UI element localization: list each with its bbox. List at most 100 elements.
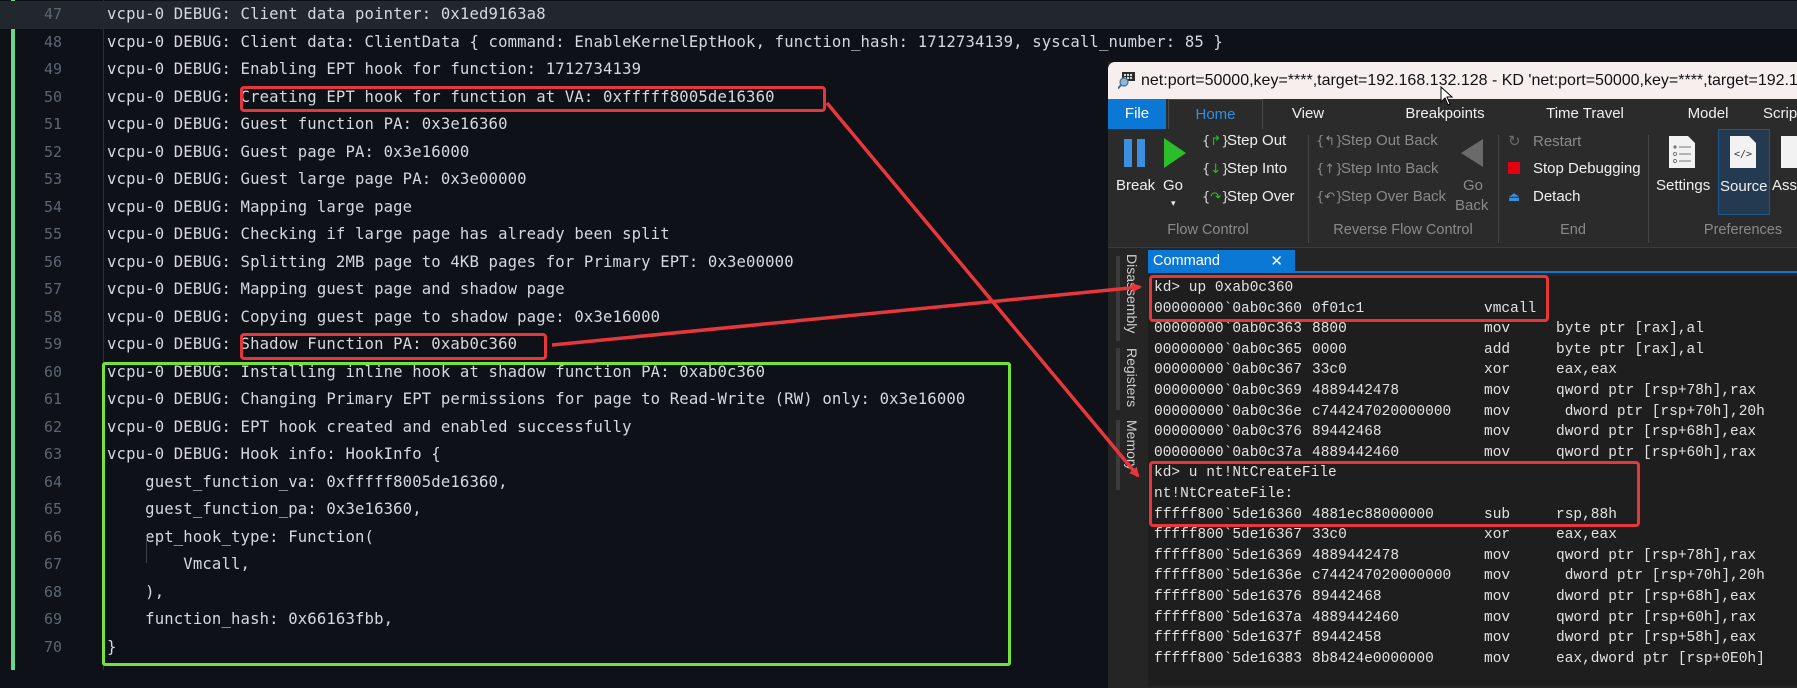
line-text: vcpu-0 DEBUG: Splitting 2MB page to 4KB …	[107, 252, 794, 271]
step-over-label: Step Over	[1227, 188, 1295, 205]
line-text: vcpu-0 DEBUG: Client data pointer: 0x1ed…	[107, 5, 546, 23]
step-out-back-label: Step Out Back	[1341, 132, 1438, 149]
side-tab-registers[interactable]: Registers	[1116, 348, 1144, 410]
settings-doc-icon	[1669, 136, 1695, 168]
go-dropdown-icon[interactable]: ▾	[1171, 199, 1176, 209]
line-text: vcpu-0 DEBUG: Mapping large page	[107, 197, 413, 216]
line-number: 58	[43, 307, 62, 326]
step-into-back-button[interactable]: {↑}Step Into Back	[1316, 160, 1439, 177]
line-number: 66	[43, 527, 62, 546]
step-out-button[interactable]: {↱}Step Out	[1202, 132, 1286, 149]
line-number: 48	[43, 32, 62, 51]
tab-model[interactable]: Model	[1673, 99, 1743, 129]
step-over-button[interactable]: {↷}Step Over	[1202, 188, 1295, 205]
line-text: vcpu-0 DEBUG: Checking if large page has…	[107, 225, 670, 243]
disasm-addr: 00000000`0ab0c365	[1154, 341, 1302, 358]
go-back-button[interactable]: Go Back	[1455, 133, 1491, 217]
editor-line[interactable]: 47 vcpu-0 DEBUG: Client data pointer: 0x1…	[0, 1, 1797, 29]
windbg-window[interactable]: net:port=50000,key=****,target=192.168.1…	[1108, 62, 1797, 688]
side-tab-disassembly[interactable]: Disassembly	[1116, 254, 1144, 344]
step-into-icon: {↓}	[1202, 162, 1230, 177]
windbg-app-icon	[1118, 72, 1135, 89]
go-label: Go	[1163, 177, 1184, 194]
disasm-bytes: 33c0	[1312, 527, 1347, 544]
disasm-op: add	[1484, 341, 1511, 358]
restart-icon: ↻	[1508, 132, 1521, 150]
line-text: vcpu-0 DEBUG: Mapping guest page and sha…	[107, 280, 565, 298]
disasm-args: qword ptr [rsp+78h],rax	[1556, 547, 1757, 564]
disasm-args: dword ptr [rsp+58h],eax	[1556, 630, 1757, 647]
line-number: 63	[43, 445, 62, 463]
disasm-addr: fffff800`5de16367	[1154, 527, 1302, 544]
disasm-addr: 00000000`0ab0c36e	[1154, 403, 1302, 420]
tab-scripting[interactable]: Scripting	[1763, 99, 1797, 129]
go-back-label-2: Back	[1455, 197, 1489, 214]
disasm-op: mov	[1484, 547, 1511, 564]
step-into-button[interactable]: {↓}Step Into	[1202, 160, 1287, 177]
disasm-addr: 00000000`0ab0c367	[1154, 362, 1302, 379]
disasm-addr: fffff800`5de16376	[1154, 589, 1302, 605]
step-out-icon: {↱}	[1202, 134, 1230, 149]
stop-debugging-label: Stop Debugging	[1533, 160, 1641, 177]
side-tool-tabs: Disassembly Registers Memory	[1116, 248, 1140, 688]
step-over-back-label: Step Over Back	[1341, 188, 1447, 205]
line-number: 70	[43, 637, 62, 656]
disasm-args: qword ptr [rsp+78h],rax	[1556, 383, 1757, 399]
tab-home[interactable]: Home	[1168, 99, 1263, 129]
ribbon-home: Break Go ▾ {↱}Step Out {↓}Step Into {↷}S…	[1108, 129, 1797, 248]
step-out-back-button[interactable]: {↰}Step Out Back	[1316, 132, 1438, 149]
settings-button[interactable]: Settings	[1656, 133, 1712, 217]
tab-command[interactable]: Command ✕	[1148, 250, 1295, 273]
disasm-addr: fffff800`5de1637f	[1154, 630, 1302, 647]
line-number: 53	[43, 170, 62, 188]
disasm-addr: 00000000`0ab0c363	[1154, 321, 1302, 338]
step-into-back-icon: {↑}	[1316, 162, 1344, 177]
reverse-play-icon	[1461, 139, 1483, 167]
disasm-addr: 00000000`0ab0c376	[1154, 424, 1302, 441]
close-icon[interactable]: ✕	[1270, 250, 1283, 273]
disasm-addr: fffff800`5de1637a	[1154, 609, 1302, 626]
break-label: Break	[1116, 177, 1156, 194]
source-button[interactable]: </> Source	[1718, 129, 1770, 215]
editor-line[interactable]: 48 vcpu-0 DEBUG: Client data: ClientData …	[0, 29, 1797, 57]
line-number: 61	[43, 390, 62, 408]
line-number: 62	[43, 417, 62, 436]
disasm-args: dword ptr [rsp+70h],20h	[1556, 403, 1765, 420]
highlight-ntcreatefile	[1149, 461, 1640, 527]
disasm-bytes: 0000	[1312, 341, 1347, 358]
disasm-op: mov	[1484, 403, 1511, 420]
disasm-args: eax,eax	[1556, 362, 1617, 379]
step-into-back-label: Step Into Back	[1341, 160, 1439, 177]
detach-button[interactable]: ⏏ Detach	[1508, 188, 1581, 205]
line-number: 52	[43, 142, 62, 161]
stop-debugging-button[interactable]: Stop Debugging	[1508, 160, 1641, 177]
break-button[interactable]: Break	[1114, 133, 1156, 213]
line-text: vcpu-0 DEBUG: Copying guest page to shad…	[107, 307, 661, 326]
detach-label: Detach	[1533, 188, 1581, 205]
disasm-bytes: 89442458	[1312, 630, 1382, 647]
step-into-label: Step Into	[1227, 160, 1288, 177]
line-text: vcpu-0 DEBUG: Guest large page PA: 0x3e0…	[107, 170, 527, 188]
disasm-addr: 00000000`0ab0c369	[1154, 383, 1302, 399]
line-number: 67	[43, 555, 62, 573]
line-number: 60	[43, 362, 62, 381]
command-tab-label: Command	[1153, 253, 1220, 269]
assembly-label: Assembly	[1772, 177, 1797, 194]
line-number: 56	[43, 252, 62, 271]
tab-time-travel[interactable]: Time Travel	[1530, 99, 1640, 129]
end-group-label: End	[1560, 222, 1586, 238]
disasm-op: mov	[1484, 383, 1511, 399]
highlight-hook-install-block	[102, 362, 1011, 666]
disasm-bytes: 89442468	[1312, 424, 1382, 441]
disasm-bytes: c744247020000000	[1312, 403, 1452, 420]
tab-file[interactable]: File	[1108, 99, 1166, 129]
step-over-back-button[interactable]: {↶}Step Over Back	[1316, 188, 1446, 205]
restart-button[interactable]: ↻ Restart	[1508, 132, 1581, 150]
go-button[interactable]: Go ▾	[1160, 133, 1190, 219]
side-tab-memory[interactable]: Memory	[1116, 420, 1144, 486]
line-number: 50	[43, 87, 62, 106]
tab-view[interactable]: View	[1273, 99, 1343, 129]
disasm-args: byte ptr [rax],al	[1556, 341, 1704, 358]
source-code-icon: </>	[1730, 136, 1756, 168]
step-out-label: Step Out	[1227, 132, 1287, 149]
